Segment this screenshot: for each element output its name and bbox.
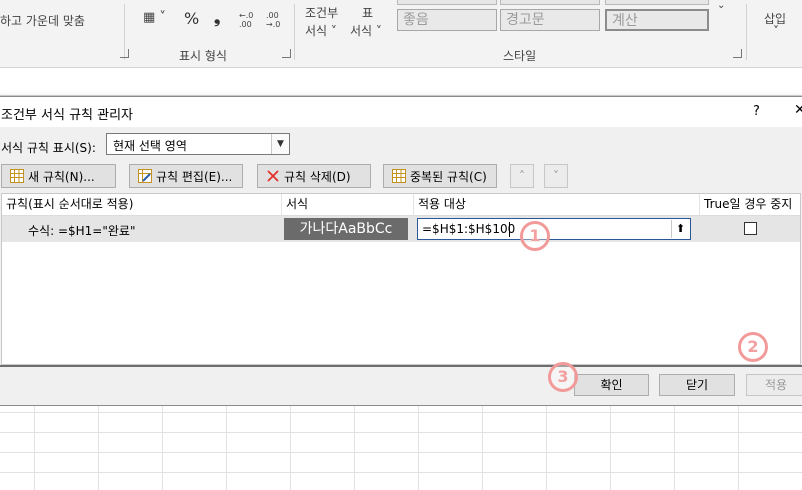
delete-rule-label: 규칙 삭제(D) [284,169,351,184]
duplicate-table-icon [392,169,406,183]
style-warning-text[interactable]: 경고문 [500,9,600,31]
rule-scope-value: 현재 선택 영역 [113,139,187,153]
dialog-titlebar: 조건부 서식 규칙 관리자 ? ✕ [0,97,802,127]
annotation-marker-3: 3 [548,362,578,392]
percent-style-button[interactable]: % [184,9,199,28]
stop-if-true-checkbox[interactable] [744,222,757,235]
chevron-down-icon[interactable]: ˅ [773,24,779,38]
format-as-table-dropdown[interactable]: 서식 ˅ [350,22,382,39]
collapse-range-icon[interactable]: ⬆ [671,220,689,238]
number-group-label: 표시 형식 [179,49,227,63]
styles-launcher-icon[interactable] [733,49,742,58]
applies-to-input[interactable]: =$H$1:$H$100 ⬆ [417,218,691,240]
new-rule-label: 새 규칙(N)... [28,169,95,184]
column-header-format[interactable]: 서식 [282,194,414,216]
ok-button[interactable]: 확인 [574,374,649,396]
close-button[interactable]: 닫기 [659,374,735,396]
chevron-up-icon: ˄ [519,169,525,183]
accounting-format-icon[interactable]: ▦ ˅ [143,10,166,25]
delete-rule-button[interactable]: 규칙 삭제(D) [257,164,371,188]
style-cell-top-row[interactable] [605,0,709,5]
conditional-formatting-rules-manager-dialog: 조건부 서식 규칙 관리자 ? ✕ 서식 규칙 표시(S): 현재 선택 영역 … [0,96,802,406]
text-caret [509,222,510,237]
format-preview: 가나다AaBbCc [284,218,408,240]
style-good[interactable]: 좋음 [397,9,497,31]
rules-list[interactable]: 규칙(표시 순서대로 적용) 서식 적용 대상 True일 경우 중지 수식: … [1,193,801,365]
ribbon-separator [294,4,295,60]
move-down-button[interactable]: ˅ [544,164,568,188]
move-up-button[interactable]: ˄ [510,164,534,188]
style-cell-top-row[interactable] [397,0,497,5]
edit-rule-label: 규칙 편집(E)... [156,169,233,184]
conditional-format-dropdown[interactable]: 서식 ˅ [305,22,337,39]
duplicate-rule-label: 중복된 규칙(C) [410,169,487,184]
edit-table-icon [138,169,152,183]
annotation-marker-2: 2 [738,332,768,362]
help-button[interactable]: ? [753,104,760,119]
column-header-applies-to[interactable]: 적용 대상 [414,194,700,216]
rules-list-header: 규칙(표시 순서대로 적용) 서식 적용 대상 True일 경우 중지 [2,194,800,216]
worksheet-grid[interactable] [0,406,802,490]
rule-row[interactable]: 수식: =$H1="완료" 가나다AaBbCc =$H$1:$H$100 ⬆ [2,216,800,242]
apply-button[interactable]: 적용 [746,374,802,396]
duplicate-rule-button[interactable]: 중복된 규칙(C) [383,164,497,188]
increase-decimal-button[interactable]: ←.0 .00 [239,11,259,29]
rule-formula: 수식: =$H1="완료" [28,224,136,238]
applies-to-value: =$H$1:$H$100 [422,222,516,236]
column-header-rule[interactable]: 규칙(표시 순서대로 적용) [2,194,282,216]
column-header-stop-if-true[interactable]: True일 경우 중지 [700,194,802,216]
table-grid-icon [10,169,24,183]
delete-x-icon [267,170,279,182]
styles-gallery-more-icon[interactable]: ⌄ [717,0,725,11]
ribbon-separator [746,4,747,60]
alignment-launcher-icon[interactable] [120,49,129,58]
new-rule-button[interactable]: 새 규칙(N)... [1,164,116,188]
rule-scope-select[interactable]: 현재 선택 영역 ▼ [106,133,290,155]
chevron-down-icon[interactable]: ▼ [271,134,289,154]
show-rules-label: 서식 규칙 표시(S): [1,141,96,155]
decrease-decimal-button[interactable]: .00 →.0 [266,11,286,29]
number-launcher-icon[interactable] [282,49,291,58]
close-icon[interactable]: ✕ [794,102,802,118]
comma-style-button[interactable]: ❟ [214,8,220,28]
formula-bar-area [0,68,802,96]
style-calculation[interactable]: 계산 [605,9,709,31]
annotation-marker-1: 1 [520,221,550,251]
ribbon: 하고 가운데 맞춤 ▦ ˅ % ❟ ←.0 .00 .00 →.0 표시 형식 … [0,0,802,68]
edit-rule-button[interactable]: 규칙 편집(E)... [129,164,243,188]
format-as-table-label[interactable]: 표 [362,4,373,21]
chevron-down-icon: ˅ [553,169,559,183]
dialog-title: 조건부 서식 규칙 관리자 [1,108,133,123]
merge-center-label[interactable]: 하고 가운데 맞춤 [0,12,85,29]
styles-group-label: 스타일 [503,49,537,63]
conditional-format-label[interactable]: 조건부 [305,4,338,21]
style-cell-top-row[interactable] [500,0,600,5]
footer-divider [0,365,802,367]
